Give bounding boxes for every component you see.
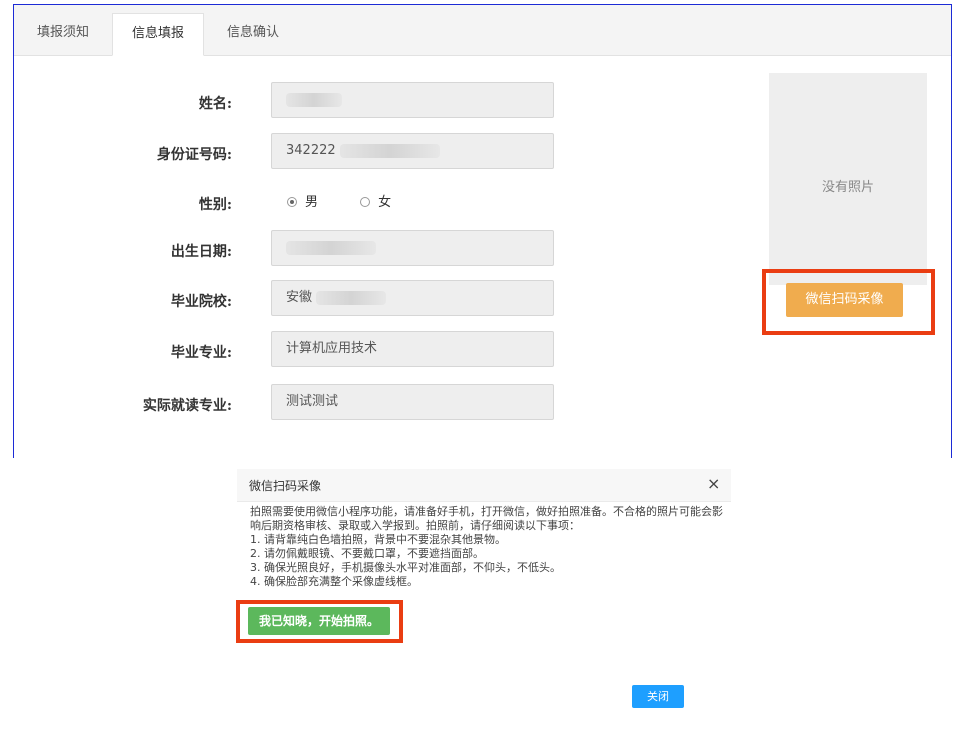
redaction-mask bbox=[339, 143, 440, 158]
wechat-scan-button[interactable]: 微信扫码采像 bbox=[786, 283, 903, 317]
gender-label: 性别: bbox=[198, 197, 232, 213]
dialog-body: 拍照需要使用微信小程序功能，请准备好手机，打开微信，做好拍照准备。不合格的照片可… bbox=[250, 505, 728, 589]
gender-option-male[interactable]: 男 bbox=[287, 195, 322, 210]
dialog-close-button[interactable]: 关闭 bbox=[632, 685, 684, 708]
radio-unchecked-icon[interactable] bbox=[360, 197, 371, 207]
actual-major-field[interactable]: 测试测试 bbox=[271, 384, 554, 420]
dialog-item-3: 3. 确保光照良好，手机摄像头水平对准面部，不仰头，不低头。 bbox=[250, 561, 561, 574]
name-label: 姓名: bbox=[198, 96, 232, 112]
dialog-item-2: 2. 请勿佩戴眼镜、不要戴口罩，不要遮挡面部。 bbox=[250, 547, 484, 560]
tab-info-entry[interactable]: 信息填报 bbox=[112, 13, 204, 56]
tab-instructions[interactable]: 填报须知 bbox=[20, 13, 106, 55]
name-field[interactable] bbox=[271, 82, 554, 118]
gender-option-female-label: 女 bbox=[378, 195, 392, 210]
actual-major-label: 实际就读专业: bbox=[142, 398, 232, 414]
school-value: 安徽 bbox=[286, 290, 313, 305]
dialog-intro: 拍照需要使用微信小程序功能，请准备好手机，打开微信，做好拍照准备。不合格的照片可… bbox=[250, 505, 723, 532]
no-photo-text: 没有照片 bbox=[821, 180, 874, 195]
dialog-header: 微信扫码采像 × bbox=[237, 469, 731, 502]
redaction-mask bbox=[316, 290, 387, 305]
redaction-mask bbox=[286, 92, 342, 107]
major-label: 毕业专业: bbox=[170, 345, 232, 361]
gender-radio-group: 男 女 bbox=[287, 193, 391, 213]
gender-option-male-label: 男 bbox=[305, 195, 319, 210]
close-icon[interactable]: × bbox=[707, 475, 720, 493]
redaction-mask bbox=[286, 240, 376, 255]
id-number-value: 342222 bbox=[286, 143, 336, 158]
id-number-label: 身份证号码: bbox=[156, 147, 232, 163]
school-label: 毕业院校: bbox=[170, 294, 232, 310]
photo-placeholder: 没有照片 bbox=[769, 73, 927, 285]
school-field[interactable]: 安徽 bbox=[271, 280, 554, 316]
radio-checked-icon[interactable] bbox=[287, 197, 297, 207]
start-photo-button[interactable]: 我已知晓，开始拍照。 bbox=[248, 607, 390, 635]
gender-option-female[interactable]: 女 bbox=[360, 195, 391, 210]
dialog-title: 微信扫码采像 bbox=[249, 479, 322, 493]
major-field[interactable]: 计算机应用技术 bbox=[271, 331, 554, 367]
id-number-field[interactable]: 342222 bbox=[271, 133, 554, 169]
tab-bar: 填报须知 信息填报 信息确认 bbox=[14, 5, 951, 56]
tab-info-confirm[interactable]: 信息确认 bbox=[210, 13, 296, 55]
dialog-item-1: 1. 请背靠纯白色墙拍照，背景中不要混杂其他景物。 bbox=[250, 533, 506, 546]
birth-date-label: 出生日期: bbox=[170, 244, 232, 260]
dialog-item-4: 4. 确保脸部充满整个采像虚线框。 bbox=[250, 575, 418, 588]
birth-date-field[interactable] bbox=[271, 230, 554, 266]
